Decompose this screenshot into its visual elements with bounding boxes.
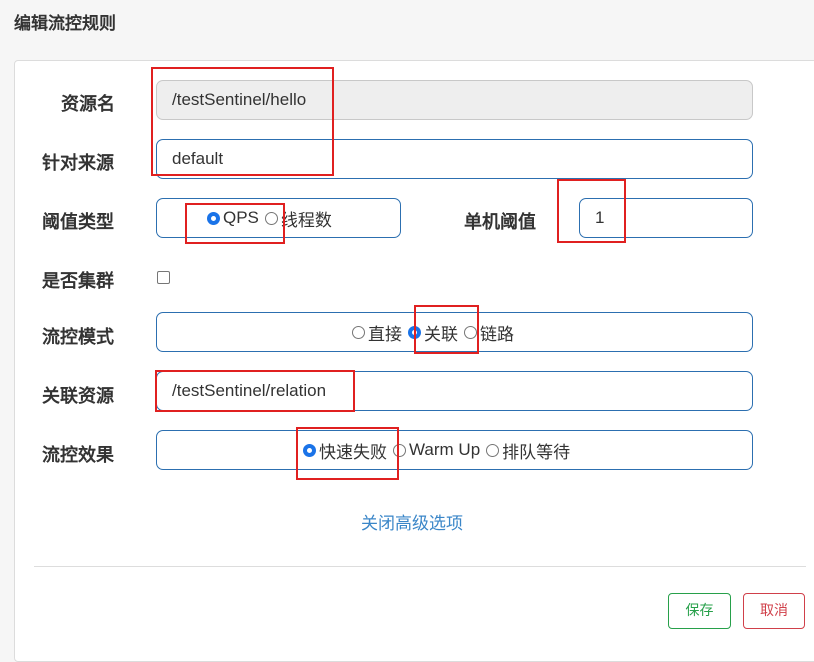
behavior-option-fast-fail-label: 快速失败	[319, 442, 387, 463]
control-behavior-radio-group: 快速失败 Warm Up 排队等待	[156, 430, 753, 470]
radio-unchecked-icon[interactable]	[393, 443, 406, 457]
footer-divider	[34, 566, 806, 567]
strategy-radio-group: 直接 关联 链路	[156, 312, 753, 352]
behavior-option-fast-fail[interactable]: 快速失败	[303, 438, 387, 463]
strategy-option-chain[interactable]: 链路	[464, 320, 514, 345]
radio-unchecked-icon[interactable]	[464, 325, 477, 339]
cluster-checkbox[interactable]	[157, 271, 170, 284]
strategy-label: 流控模式	[42, 327, 114, 348]
count-label: 单机阈值	[464, 212, 536, 233]
close-advanced-link[interactable]: 关闭高级选项	[361, 509, 463, 534]
radio-unchecked-icon[interactable]	[486, 443, 500, 457]
grade-radio-group: QPS 线程数	[156, 198, 401, 238]
limit-app-label: 针对来源	[42, 153, 114, 174]
save-button[interactable]: 保存	[668, 593, 731, 629]
strategy-option-chain-label: 链路	[480, 324, 514, 345]
ref-resource-input[interactable]: /testSentinel/relation	[156, 371, 753, 411]
control-behavior-label: 流控效果	[42, 445, 114, 466]
dialog-title: 编辑流控规则	[14, 14, 116, 34]
behavior-option-warm-up-label: Warm Up	[409, 440, 481, 459]
strategy-option-direct-label: 直接	[368, 324, 402, 345]
grade-option-thread-label: 线程数	[280, 210, 332, 231]
radio-checked-icon[interactable]	[303, 443, 316, 457]
strategy-option-relate[interactable]: 关联	[408, 320, 458, 345]
grade-option-qps-label: QPS	[223, 208, 259, 227]
cluster-label: 是否集群	[42, 271, 114, 292]
limit-app-input[interactable]: default	[156, 139, 753, 179]
grade-option-thread[interactable]: 线程数	[264, 206, 332, 231]
resource-input: /testSentinel/hello	[156, 80, 753, 120]
behavior-option-warm-up[interactable]: Warm Up	[393, 440, 480, 460]
radio-checked-icon[interactable]	[207, 211, 220, 225]
strategy-option-direct[interactable]: 直接	[352, 320, 402, 345]
resource-label: 资源名	[61, 94, 115, 115]
radio-unchecked-icon[interactable]	[264, 211, 278, 225]
grade-option-qps[interactable]: QPS	[207, 208, 259, 228]
count-input[interactable]: 1	[579, 198, 753, 238]
cancel-button[interactable]: 取消	[743, 593, 805, 629]
behavior-option-queue[interactable]: 排队等待	[486, 438, 570, 463]
radio-checked-icon[interactable]	[408, 325, 421, 339]
behavior-option-queue-label: 排队等待	[502, 442, 571, 463]
strategy-option-relate-label: 关联	[424, 324, 458, 345]
ref-resource-label: 关联资源	[42, 386, 114, 407]
radio-unchecked-icon[interactable]	[352, 325, 365, 339]
grade-label: 阈值类型	[42, 212, 114, 233]
